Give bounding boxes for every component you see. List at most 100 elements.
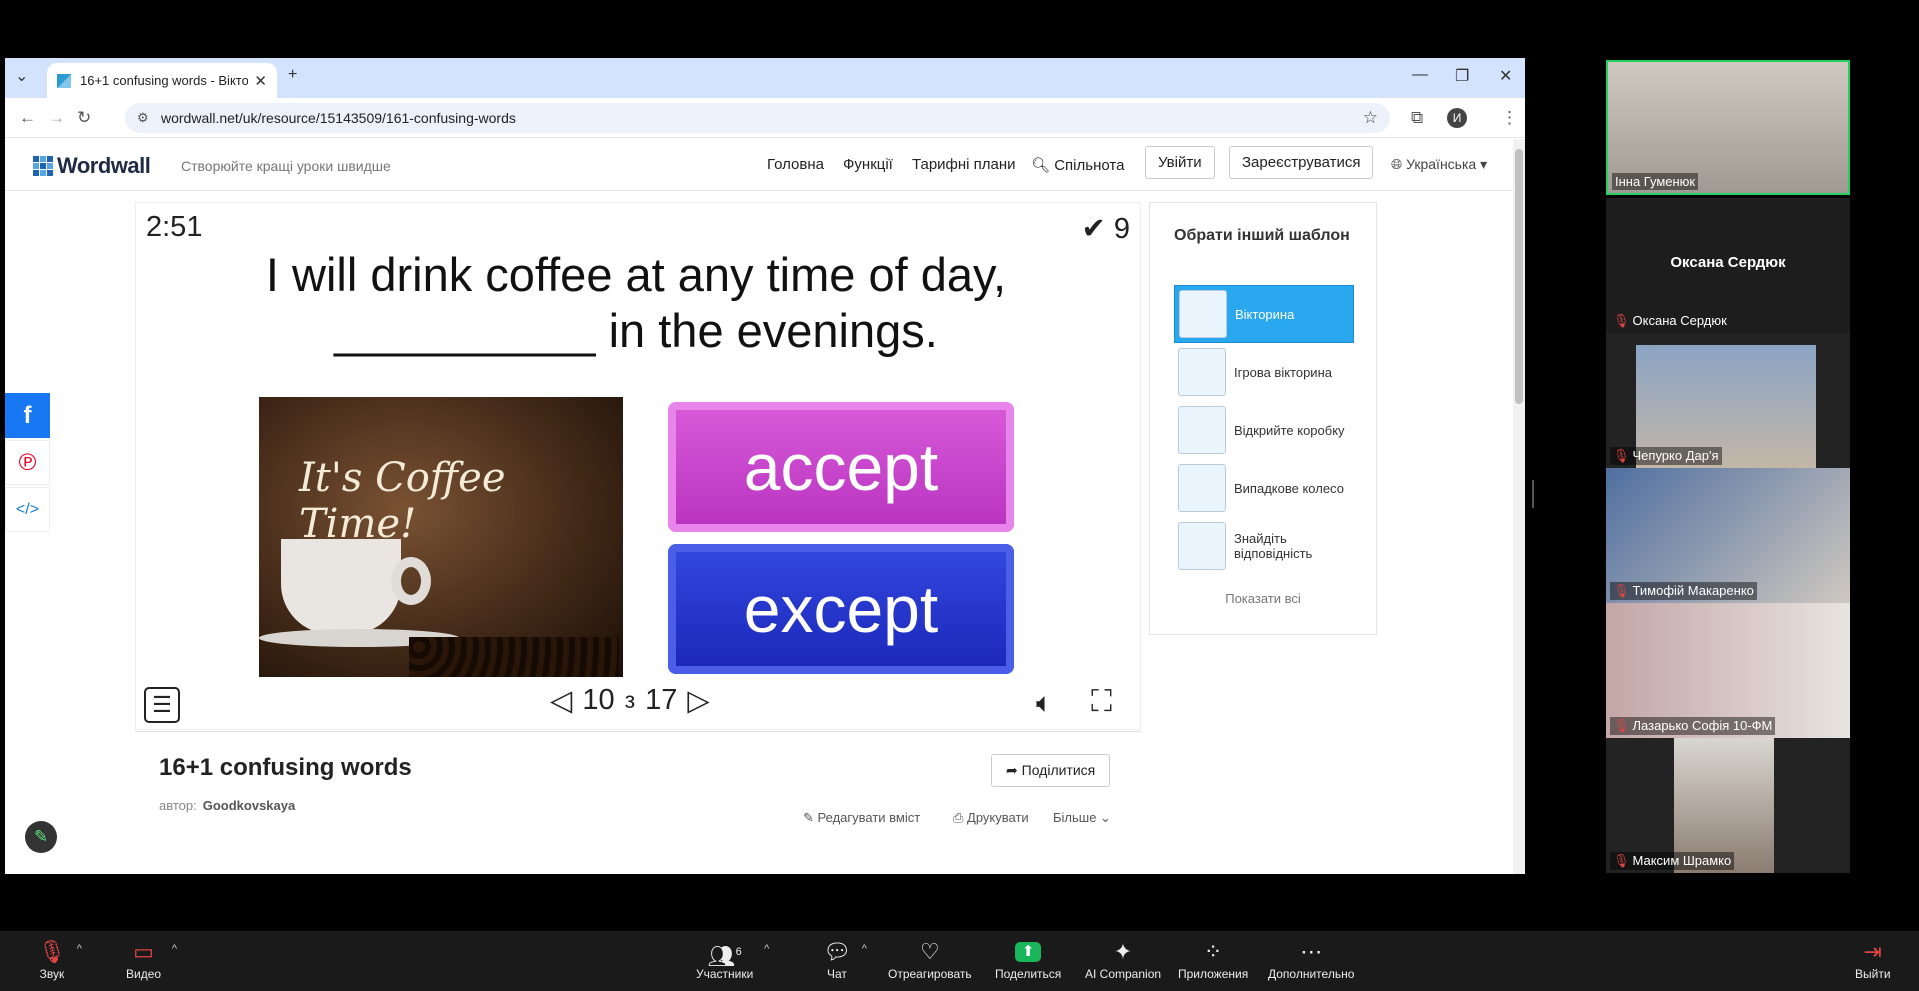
close-window-icon[interactable]: ✕ (1499, 66, 1512, 86)
fullscreen-icon[interactable]: ⛶ (1091, 685, 1112, 719)
video-tile-6[interactable]: 🎙︎ Максим Шрамко (1606, 738, 1850, 873)
sound-icon[interactable]: 🔈︎ (1036, 687, 1053, 720)
chat-options-caret[interactable]: ^ (862, 943, 867, 955)
score: ✔ 9 (1081, 211, 1130, 246)
panel-divider[interactable] (1532, 480, 1534, 508)
ai-companion-button[interactable]: ✦ AI Companion (1085, 937, 1161, 981)
template-switcher: Обрати інший шаблон Вікторина Ігрова вік… (1149, 202, 1377, 635)
video-options-caret[interactable]: ^ (172, 943, 177, 955)
close-tab-icon[interactable]: ✕ (254, 72, 267, 90)
wordwall-page: Wordwall Створюйте кращі уроки швидше Го… (5, 139, 1513, 874)
restore-icon[interactable]: ❐ (1455, 66, 1469, 86)
logo-grid-icon (33, 156, 53, 176)
participant-name: Чепурко Дар'я (1632, 448, 1719, 463)
nav-home[interactable]: Головна (767, 156, 824, 173)
quiz-template-icon (1179, 290, 1227, 338)
browser-tab[interactable]: 16+1 confusing words - Вікторина ✕ (47, 63, 277, 98)
pinterest-icon[interactable]: ℗ (5, 440, 50, 485)
bookmark-star-icon[interactable]: ☆ (1363, 103, 1378, 133)
template-quiz[interactable]: Вікторина (1174, 285, 1354, 343)
muted-mic-icon: 🎙︎ (1613, 583, 1630, 598)
video-tile-1[interactable]: Інна Гуменюк (1606, 60, 1850, 195)
leave-button[interactable]: ⇥ Выйти (1855, 937, 1891, 981)
extensions-icon[interactable]: ⧉ (1411, 108, 1423, 128)
chat-button[interactable]: 💬︎ Чат ^ (823, 937, 867, 981)
annotate-pencil-icon[interactable]: ✎ (25, 821, 57, 853)
muted-mic-icon: 🎙︎ (1613, 718, 1630, 733)
back-icon[interactable]: ← (19, 108, 36, 128)
share-button[interactable]: ➦ Поділитися (991, 754, 1111, 787)
profile-avatar[interactable]: И (1447, 108, 1467, 128)
answer-option-2[interactable]: except (668, 544, 1014, 674)
template-open-box[interactable]: Відкрийте коробку (1174, 401, 1354, 459)
video-button[interactable]: ▭ Видео ^ (126, 937, 177, 981)
template-label: Відкрийте коробку (1234, 422, 1345, 438)
leave-label: Выйти (1855, 967, 1891, 981)
reload-icon[interactable]: ↻ (77, 108, 91, 128)
forward-icon[interactable]: → (48, 108, 65, 128)
logo-text: Wordwall (57, 153, 151, 178)
apps-icon: ⁘ (1203, 939, 1223, 964)
facebook-icon[interactable]: f (5, 393, 50, 438)
muted-mic-icon: 🎙︎ (38, 939, 66, 964)
react-button[interactable]: ♡ Отреагировать (888, 937, 972, 981)
check-icon: ✔ (1081, 213, 1106, 245)
template-find-match[interactable]: Знайдіть відповідність (1174, 517, 1354, 575)
participant-name: Лазарько Софія 10-ФМ (1632, 718, 1773, 733)
register-button[interactable]: Зареєструватися (1229, 146, 1374, 179)
print-link[interactable]: ⎙ Друкувати (953, 810, 1029, 826)
quiz-game: 2:51 ✔ 9 I will drink coffee at any time… (135, 202, 1141, 730)
participants-button[interactable]: 👥︎6 Участники ^ (696, 937, 769, 981)
nav-pricing[interactable]: Тарифні плани (912, 156, 1016, 173)
nav-community[interactable]: 🔍︎ Спільнота (1031, 156, 1124, 174)
game-menu-icon[interactable]: ☰ (144, 687, 180, 723)
audio-options-caret[interactable]: ^ (77, 943, 82, 955)
template-label: Ігрова вікторина (1234, 364, 1332, 380)
edit-label: Редагувати вміст (817, 810, 921, 825)
participant-name: Максим Шрамко (1632, 853, 1732, 868)
more-label: Дополнительно (1268, 967, 1355, 981)
video-tile-2[interactable]: Оксана Сердюк 🎙︎ Оксана Сердюк (1606, 198, 1850, 333)
author-name[interactable]: Goodkovskaya (203, 798, 296, 813)
url-field[interactable]: ⚙ wordwall.net/uk/resource/15143509/161-… (125, 103, 1390, 133)
video-tile-3[interactable]: 🎙︎ Чепурко Дар'я (1606, 333, 1850, 468)
audio-button[interactable]: 🎙︎ Звук ^ (38, 937, 82, 981)
page-scrollbar[interactable] (1513, 139, 1525, 874)
answer-option-1[interactable]: accept (668, 402, 1014, 532)
template-label: Вікторина (1235, 306, 1295, 322)
template-random-wheel[interactable]: Випадкове колесо (1174, 459, 1354, 517)
participants-options-caret[interactable]: ^ (764, 943, 769, 955)
embed-code-icon[interactable]: </> (5, 487, 50, 532)
video-tile-5[interactable]: 🎙︎ Лазарько Софія 10-ФМ (1606, 603, 1850, 738)
audio-label: Звук (39, 967, 65, 981)
muted-mic-icon: 🎙︎ (1613, 313, 1630, 328)
template-gameshow-quiz[interactable]: Ігрова вікторина (1174, 343, 1354, 401)
scrollbar-thumb[interactable] (1515, 149, 1523, 404)
login-button[interactable]: Увійти (1145, 146, 1215, 179)
more-dropdown[interactable]: Більше ⌄ (1053, 810, 1111, 826)
browser-menu-icon[interactable]: ⋮ (1501, 108, 1518, 128)
more-button[interactable]: ⋯ Дополнительно (1268, 937, 1354, 981)
next-question-icon[interactable]: ▷ (687, 683, 709, 718)
previous-question-icon[interactable]: ◁ (550, 683, 572, 718)
show-all-link[interactable]: Показати всі (1150, 591, 1376, 606)
minimize-icon[interactable]: — (1412, 66, 1428, 84)
participants-label: Участники (696, 967, 754, 981)
share-screen-button[interactable]: ⬆ Поделиться (995, 937, 1061, 981)
cup-handle-shape (391, 557, 431, 605)
image-caption: It's Coffee Time! (299, 455, 506, 547)
participant-name-row: 🎙︎ Лазарько Софія 10-ФМ (1610, 717, 1776, 735)
address-bar-row: ← → ↻ ⚙ wordwall.net/uk/resource/1514350… (5, 98, 1525, 138)
wordwall-logo[interactable]: Wordwall (33, 153, 151, 179)
nav-features[interactable]: Функції (843, 156, 893, 173)
video-tile-4[interactable]: 🎙︎ Тимофій Макаренко (1606, 468, 1850, 603)
language-selector[interactable]: 🌐︎ Українська ▾ (1391, 156, 1487, 173)
tab-search-icon[interactable]: ⌄ (15, 66, 28, 86)
apps-button[interactable]: ⁘ Приложения (1178, 937, 1248, 981)
edit-content-link[interactable]: ✎ Редагувати вміст (803, 810, 920, 826)
social-share-bar: f ℗ </> (5, 393, 50, 534)
gameshow-template-icon (1178, 348, 1226, 396)
coffee-beans-shape (409, 637, 619, 677)
new-tab-button[interactable]: + (288, 66, 297, 84)
site-info-icon[interactable]: ⚙ (137, 103, 149, 133)
